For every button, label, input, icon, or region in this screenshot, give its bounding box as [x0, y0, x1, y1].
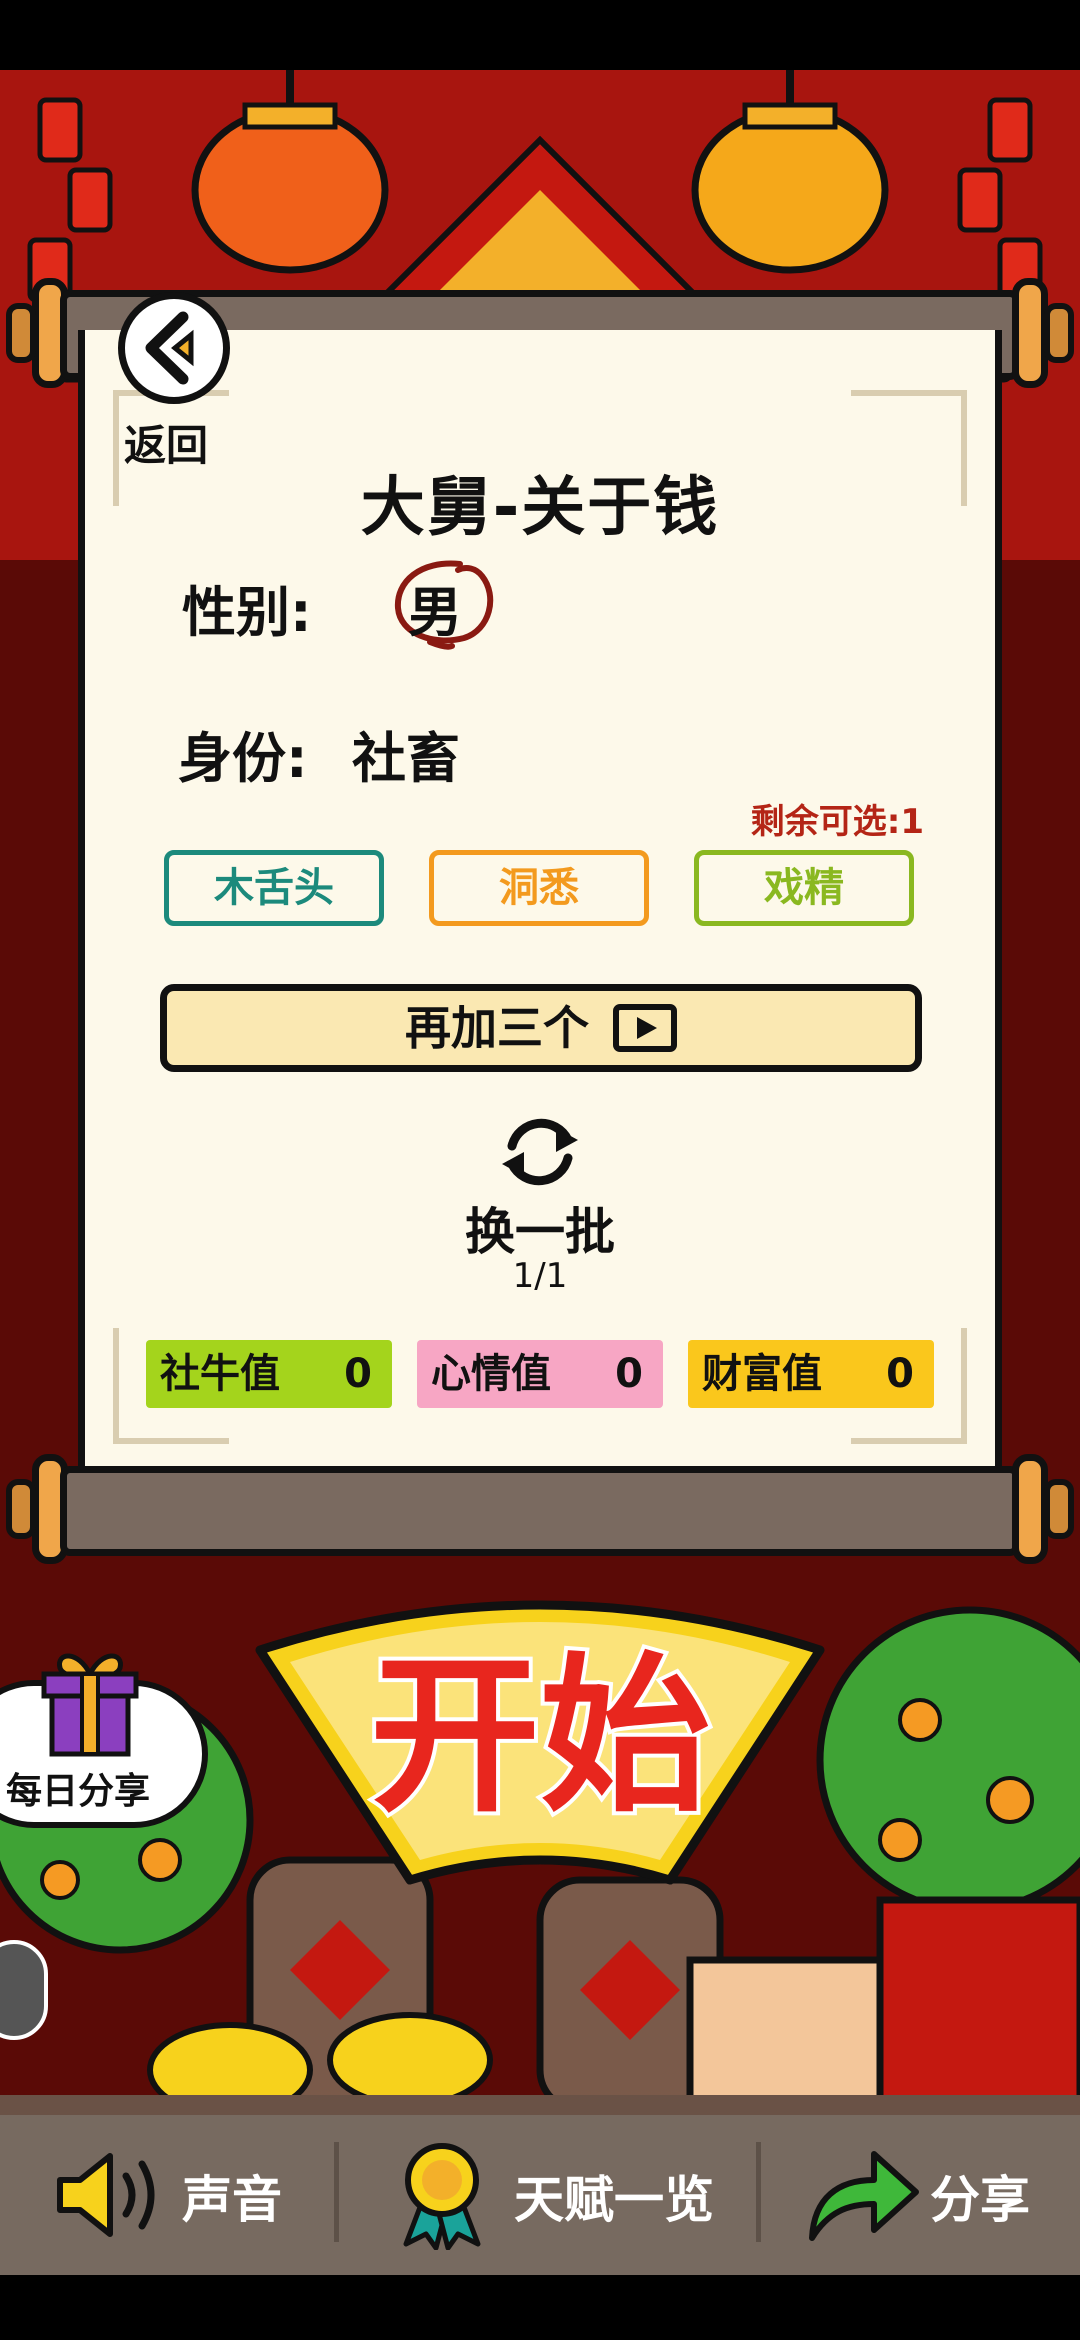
scroll-rod-end-right — [1012, 1454, 1048, 1564]
talents-overview-button[interactable]: 天赋一览 — [514, 2160, 714, 2232]
identity-label: 身份: — [178, 727, 308, 790]
identity-value: 社畜 — [352, 727, 460, 790]
stat-value: 0 — [615, 1351, 643, 1397]
back-button[interactable] — [118, 292, 230, 404]
stat-mood: 心情值 0 — [417, 1340, 663, 1408]
scroll-knob-left — [6, 303, 36, 363]
scroll-knob-right — [1044, 1479, 1074, 1539]
stat-name: 财富值 — [702, 1351, 822, 1397]
avatar[interactable] — [0, 1940, 48, 2040]
scroll-knob-right — [1044, 303, 1074, 363]
sound-icon[interactable] — [54, 2150, 164, 2240]
talent-button[interactable]: 洞悉 — [429, 850, 649, 926]
talent-button[interactable]: 木舌头 — [164, 850, 384, 926]
divider — [334, 2142, 339, 2242]
stat-social: 社牛值 0 — [146, 1340, 392, 1408]
talent-button[interactable]: 戏精 — [694, 850, 914, 926]
video-ad-icon — [613, 1004, 677, 1052]
medal-icon[interactable] — [392, 2140, 492, 2250]
add-three-label: 再加三个 — [404, 1001, 589, 1055]
stat-name: 心情值 — [431, 1351, 551, 1397]
daily-share-label[interactable]: 每日分享 — [6, 1762, 150, 1814]
share-arrow-icon[interactable] — [804, 2146, 920, 2246]
stat-wealth: 财富值 0 — [688, 1340, 934, 1408]
start-label: 开始 — [370, 1638, 710, 1836]
page-title: 大舅-关于钱 — [360, 471, 720, 545]
stat-value: 0 — [886, 1351, 914, 1397]
gender-value: 男 — [408, 581, 462, 644]
refresh-button[interactable]: 换一批 — [0, 1192, 1080, 1264]
sound-button[interactable]: 声音 — [182, 2160, 282, 2232]
divider — [756, 2142, 761, 2242]
remaining-count: 剩余可选:1 — [750, 802, 924, 842]
refresh-icon[interactable] — [494, 1110, 586, 1194]
start-button[interactable]: 开始 — [250, 1590, 830, 1890]
gender-label: 性别: — [182, 581, 312, 644]
stat-value: 0 — [344, 1351, 372, 1397]
scroll-knob-left — [6, 1479, 36, 1539]
share-button[interactable]: 分享 — [930, 2160, 1030, 2232]
scroll-rod-end-right — [1012, 278, 1048, 388]
gift-icon — [41, 1653, 139, 1757]
add-three-button[interactable]: 再加三个 — [160, 984, 922, 1072]
back-arrow-icon — [145, 311, 194, 385]
page-indicator: 1/1 — [512, 1256, 568, 1296]
scroll-bottom-rod — [60, 1466, 1020, 1556]
stat-name: 社牛值 — [160, 1351, 280, 1397]
